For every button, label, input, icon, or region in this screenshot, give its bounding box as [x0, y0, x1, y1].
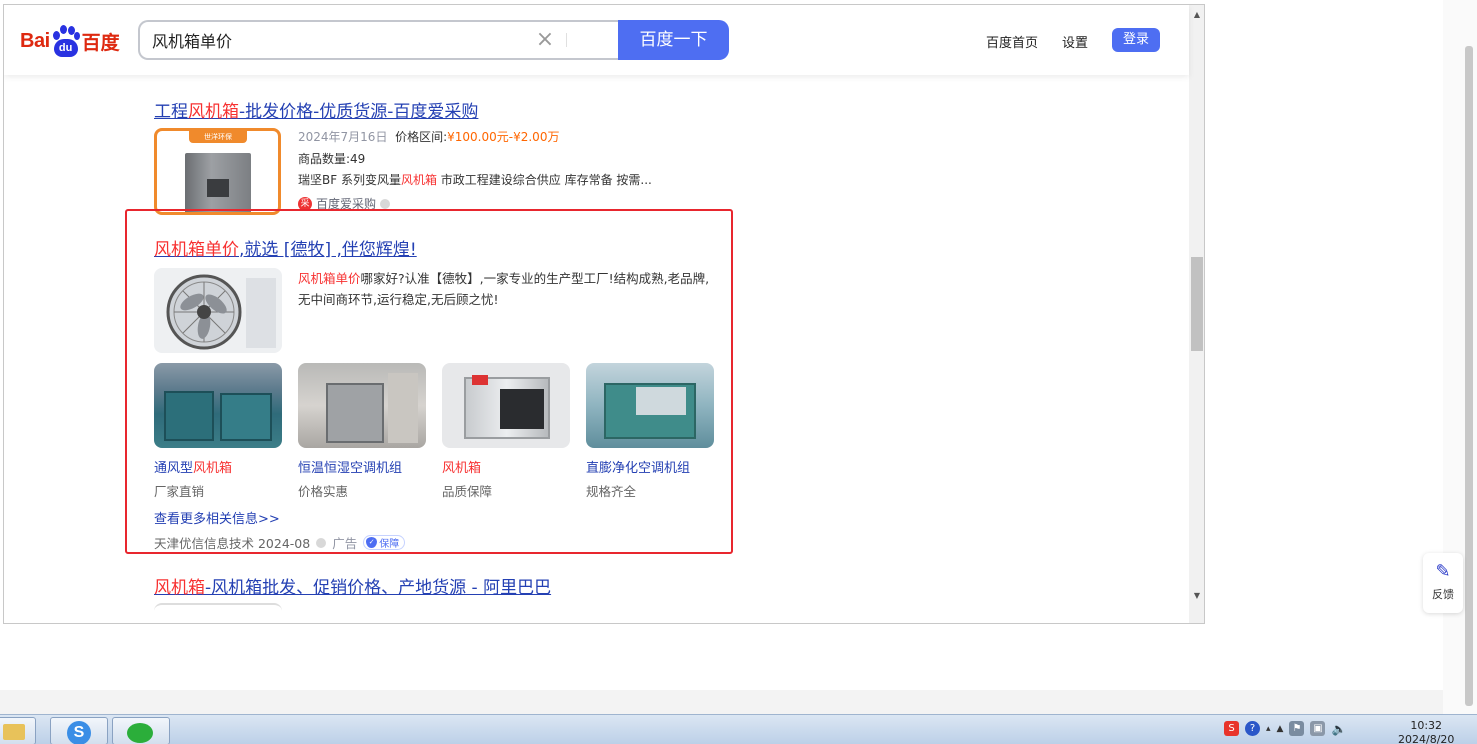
browser-viewport: Bai du 百度 × 百度一下 百度首页 设置 登录 工程风机箱-批发价格-优…	[3, 4, 1205, 624]
feedback-button[interactable]: ✎ 反馈	[1423, 553, 1463, 613]
sogou-input-icon[interactable]: S	[1224, 721, 1239, 736]
product-image-4[interactable]	[586, 363, 714, 448]
login-button[interactable]: 登录	[1112, 28, 1160, 52]
result-title-1[interactable]: 工程风机箱-批发价格-优质货源-百度爱采购	[154, 97, 478, 122]
more-info-link[interactable]: 查看更多相关信息>>	[154, 508, 280, 527]
product-image-1[interactable]	[154, 363, 282, 448]
title-text: -风机箱批发、促销价格、产地货源 - 阿里巴巴	[205, 578, 552, 598]
shield-icon: ✓	[366, 537, 378, 548]
label-text: 通风型	[154, 461, 194, 476]
taskbar-wechat-button[interactable]	[112, 717, 170, 744]
product-label-2[interactable]: 恒温恒湿空调机组	[298, 457, 402, 476]
desc-text: 市政工程建设综合供应 库存常备 按需...	[436, 173, 652, 187]
title-keyword: 风机箱单价	[154, 240, 239, 260]
desc-text: 哪家好?认准【德牧】,一家专业的生产型工厂!结构成熟,老品牌,无中间商环节,运行…	[298, 271, 710, 307]
sogou-browser-icon: S	[67, 721, 91, 744]
page-scrollbar[interactable]: ▲ ▼	[1189, 5, 1204, 623]
product-sub-3: 品质保障	[442, 484, 493, 499]
logo-baidu-cn: 百度	[81, 31, 120, 54]
product-count: 商品数量:49	[298, 152, 366, 166]
taskbar: S S ? ▴ ▲ ⚑ ▣ 🔈 10:32 2024/8/20	[0, 714, 1477, 744]
cabinet-image	[185, 153, 251, 212]
help-icon[interactable]: ?	[1245, 721, 1260, 736]
search-button[interactable]: 百度一下	[618, 20, 729, 60]
feedback-label: 反馈	[1432, 588, 1454, 601]
volume-icon[interactable]: 🔈	[1331, 722, 1346, 736]
network-icon[interactable]: ▣	[1310, 721, 1326, 736]
taskbar-sogou-button[interactable]: S	[50, 717, 108, 744]
label-keyword: 风机箱	[193, 461, 233, 476]
chevron-icon[interactable]	[380, 198, 391, 209]
nav-baidu-home[interactable]: 百度首页	[986, 32, 1038, 51]
thumb-badge: 世洋环保	[189, 131, 247, 143]
title-keyword: 风机箱	[154, 578, 205, 598]
pen-icon: ✎	[1435, 561, 1451, 582]
result-desc-1: 瑞坚BF 系列变风量风机箱 市政工程建设综合供应 库存常备 按需...	[298, 171, 652, 188]
result-thumbnail-3	[154, 603, 282, 623]
product-image-2[interactable]	[298, 363, 426, 448]
paw-icon: du	[51, 25, 81, 57]
product-sub-4: 规格齐全	[586, 484, 637, 499]
clear-icon[interactable]: ×	[534, 29, 556, 51]
folder-icon	[3, 724, 25, 740]
label-keyword: 风机箱	[442, 461, 482, 476]
label-text: 恒温恒湿空调机组	[298, 461, 403, 476]
chevron-icon[interactable]	[316, 537, 327, 548]
logo-bai: Bai	[20, 29, 50, 52]
baidu-logo[interactable]: Bai du 百度	[20, 23, 120, 59]
desc-keyword: 风机箱单价	[298, 271, 361, 286]
show-hidden-icon[interactable]: ▲	[1277, 724, 1284, 734]
guarantee-badge[interactable]: ✓ 保障	[363, 535, 406, 550]
badge-label: 保障	[379, 539, 400, 550]
wechat-icon	[127, 723, 153, 743]
product-thumbnail[interactable]: 世洋环保	[154, 128, 281, 215]
ad-footer: 天津优信信息技术 2024-08 广告 ✓ 保障	[154, 533, 406, 552]
title-text: ,就选 [德牧] ,伴您辉煌!	[239, 240, 417, 260]
action-center-icon[interactable]: ⚑	[1289, 721, 1305, 736]
taskbar-clock[interactable]: 10:32 2024/8/20	[1398, 719, 1454, 744]
product-label-4[interactable]: 直膨净化空调机组	[586, 457, 690, 476]
result-meta-1: 2024年7月16日 价格区间:¥100.00元-¥2.00万	[298, 128, 559, 145]
logo-du: du	[53, 39, 78, 57]
search-input[interactable]	[152, 30, 532, 49]
title-text: 工程	[154, 102, 188, 122]
label-text: 直膨净化空调机组	[586, 461, 691, 476]
product-label-1[interactable]: 通风型风机箱	[154, 457, 232, 476]
product-label-3[interactable]: 风机箱	[442, 457, 481, 476]
tray-expand-icon[interactable]: ▴	[1266, 724, 1271, 734]
divider	[566, 33, 567, 47]
product-image-3[interactable]	[442, 363, 570, 448]
scroll-thumb[interactable]	[1191, 257, 1203, 351]
title-text: -批发价格-优质货源-百度爱采购	[239, 102, 479, 122]
clock-date: 2024/8/20	[1398, 733, 1455, 744]
outer-scroll-thumb[interactable]	[1465, 46, 1473, 706]
product-sub-2: 价格实惠	[298, 484, 349, 499]
price-label: 价格区间:	[395, 130, 448, 144]
desc-text: 瑞坚BF 系列变风量	[298, 173, 401, 187]
clock-time: 10:32	[1410, 719, 1443, 732]
fan-thumbnail[interactable]	[154, 268, 282, 353]
price-range: ¥100.00元-¥2.00万	[447, 130, 560, 144]
search-header: Bai du 百度 × 百度一下 百度首页 设置 登录	[4, 5, 1189, 75]
ad-description: 风机箱单价哪家好?认准【德牧】,一家专业的生产型工厂!结构成熟,老品牌,无中间商…	[298, 268, 714, 310]
title-keyword: 风机箱	[188, 102, 239, 122]
product-sub-1: 厂家直销	[154, 484, 205, 499]
result-title-3[interactable]: 风机箱-风机箱批发、促销价格、产地货源 - 阿里巴巴	[154, 573, 551, 598]
scroll-down-arrow-icon[interactable]: ▼	[1189, 588, 1204, 604]
scroll-up-arrow-icon[interactable]: ▲	[1189, 7, 1204, 23]
desc-keyword: 风机箱	[400, 173, 437, 187]
taskbar-folder-button[interactable]	[0, 717, 36, 744]
window-bottom	[0, 690, 1443, 714]
ad-title[interactable]: 风机箱单价,就选 [德牧] ,伴您辉煌!	[154, 235, 417, 260]
fan-icon	[166, 274, 276, 350]
system-tray: S ? ▴ ▲ ⚑ ▣ 🔈	[1224, 721, 1346, 736]
advertiser-name[interactable]: 天津优信信息技术 2024-08	[154, 533, 310, 552]
ad-tag: 广告	[332, 536, 358, 551]
nav-settings[interactable]: 设置	[1062, 32, 1088, 51]
result-date: 2024年7月16日	[298, 130, 388, 144]
